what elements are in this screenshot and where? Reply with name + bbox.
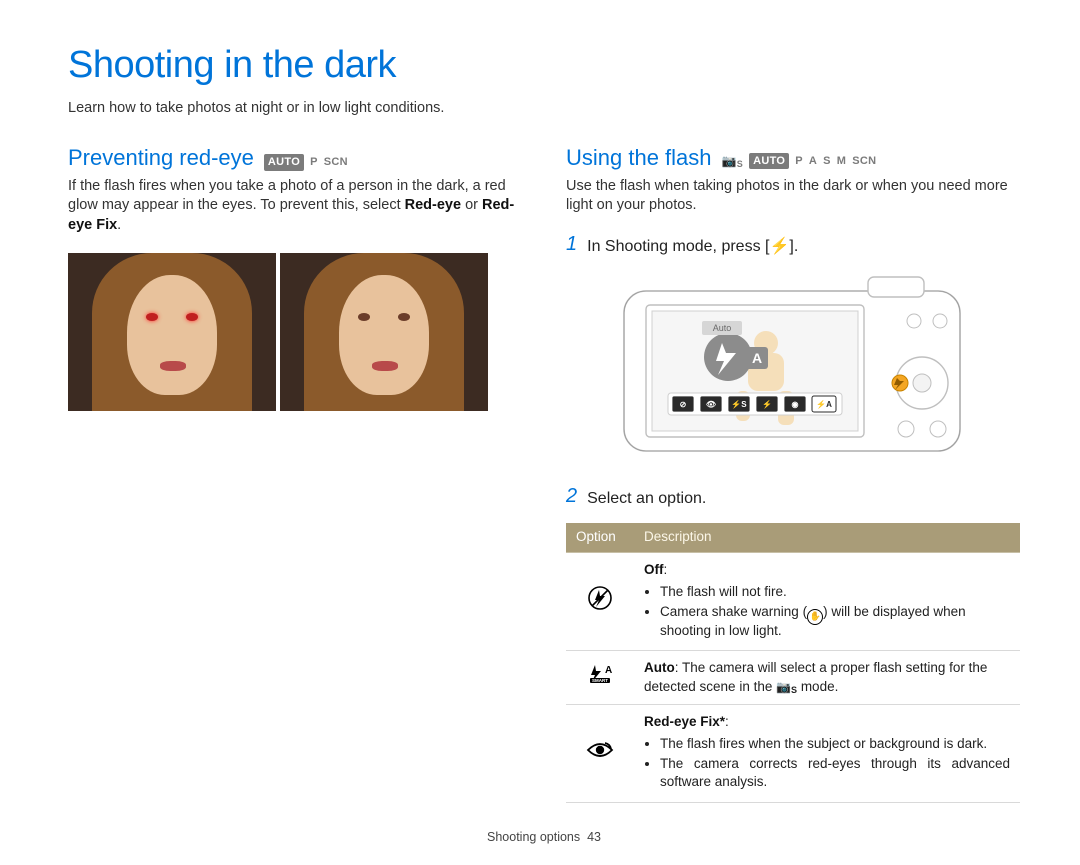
mode-smart: 📷S bbox=[722, 153, 744, 169]
red-eye-fix-icon bbox=[566, 704, 634, 802]
photo-red-eye bbox=[68, 253, 276, 411]
step-1-post: ]. bbox=[789, 238, 798, 255]
mode-tags-left: AUTO P SCN bbox=[264, 154, 348, 171]
screen-label: Auto bbox=[713, 323, 732, 333]
opt-redeye-b2: The camera corrects red-eyes through its… bbox=[660, 755, 1010, 791]
shake-warning-icon: ✋ bbox=[807, 609, 823, 625]
redeye-post: . bbox=[117, 217, 121, 233]
svg-text:⚡A: ⚡A bbox=[816, 399, 832, 409]
step-1-text: In Shooting mode, press [⚡]. bbox=[587, 234, 798, 258]
opt-off-b2: Camera shake warning (✋) will be display… bbox=[660, 603, 1010, 640]
opt-redeye-b1: The flash fires when the subject or back… bbox=[660, 735, 1010, 753]
step-2: 2 Select an option. bbox=[566, 486, 1020, 510]
heading-using-flash: Using the flash 📷S AUTO P A S M SCN bbox=[566, 143, 1020, 173]
mode-smart-s: S bbox=[737, 159, 743, 169]
col-option: Option bbox=[566, 523, 634, 552]
svg-text:◉: ◉ bbox=[792, 400, 799, 409]
svg-text:A: A bbox=[605, 665, 612, 676]
svg-text:👁: 👁 bbox=[706, 400, 716, 409]
flash-icon: ⚡ bbox=[769, 238, 789, 255]
smart-mode-s: S bbox=[791, 685, 797, 695]
svg-text:⚡S: ⚡S bbox=[731, 399, 747, 409]
flash-options-table: Option Description Off: The flash will n… bbox=[566, 523, 1020, 802]
smart-mode-icon: 📷S bbox=[776, 679, 797, 695]
flash-paragraph: Use the flash when taking photos in the … bbox=[566, 177, 1020, 216]
mode-auto: AUTO bbox=[749, 153, 789, 170]
opt-off-b1: The flash will not fire. bbox=[660, 583, 1010, 601]
mode-p: P bbox=[795, 154, 803, 169]
photo-fixed bbox=[280, 253, 488, 411]
mode-m: M bbox=[837, 154, 846, 169]
footer-page: 43 bbox=[587, 830, 601, 844]
redeye-bold1: Red-eye bbox=[405, 197, 461, 213]
step-2-number: 2 bbox=[566, 486, 577, 506]
svg-text:SMART: SMART bbox=[592, 678, 608, 683]
off-flash-icon bbox=[566, 552, 634, 651]
svg-text:⊘: ⊘ bbox=[680, 400, 687, 409]
heading-preventing-red-eye: Preventing red-eye AUTO P SCN bbox=[68, 143, 522, 173]
footer-label: Shooting options bbox=[487, 830, 580, 844]
opt-redeye-title: Red-eye Fix* bbox=[644, 714, 725, 729]
intro-text: Learn how to take photos at night or in … bbox=[68, 99, 1020, 119]
page-footer: Shooting options 43 bbox=[68, 829, 1020, 846]
mode-tags-right: 📷S AUTO P A S M SCN bbox=[722, 153, 877, 170]
mode-s: S bbox=[823, 154, 831, 169]
step-1: 1 In Shooting mode, press [⚡]. bbox=[566, 234, 1020, 258]
step-1-pre: In Shooting mode, press [ bbox=[587, 238, 769, 255]
col-description: Description bbox=[634, 523, 1020, 552]
step-2-text: Select an option. bbox=[587, 486, 706, 510]
svg-text:⚡: ⚡ bbox=[762, 399, 772, 409]
mode-a: A bbox=[809, 154, 817, 169]
opt-auto-title: Auto bbox=[644, 660, 675, 675]
mode-scn: SCN bbox=[324, 155, 348, 170]
step-1-number: 1 bbox=[566, 234, 577, 254]
svg-text:A: A bbox=[752, 350, 762, 366]
opt-auto-post: mode. bbox=[797, 679, 838, 694]
heading-text: Preventing red-eye bbox=[68, 143, 254, 173]
mode-p: P bbox=[310, 155, 318, 170]
mode-scn: SCN bbox=[852, 154, 876, 169]
redeye-mid: or bbox=[461, 197, 482, 213]
heading-text: Using the flash bbox=[566, 143, 712, 173]
table-row: Off: The flash will not fire. Camera sha… bbox=[566, 552, 1020, 651]
redeye-paragraph: If the flash fires when you take a photo… bbox=[68, 177, 522, 236]
example-photos bbox=[68, 253, 522, 411]
smart-auto-flash-icon: A SMART bbox=[566, 651, 634, 704]
page-title: Shooting in the dark bbox=[68, 40, 1020, 91]
col-preventing-red-eye: Preventing red-eye AUTO P SCN If the fla… bbox=[68, 143, 522, 803]
opt-off-title: Off bbox=[644, 562, 664, 577]
mode-auto: AUTO bbox=[264, 154, 304, 171]
camera-illustration: A Auto ⊘ 👁 ⚡S bbox=[566, 271, 1020, 468]
col-using-flash: Using the flash 📷S AUTO P A S M SCN Use … bbox=[566, 143, 1020, 803]
table-row: Red-eye Fix*: The flash fires when the s… bbox=[566, 704, 1020, 802]
table-row: ASMART Auto: The camera will select a pr… bbox=[566, 651, 1020, 704]
